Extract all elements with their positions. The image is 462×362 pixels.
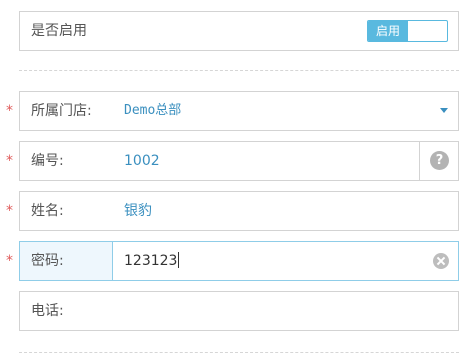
enabled-label: 是否启用 bbox=[31, 23, 87, 39]
section-divider bbox=[19, 70, 459, 71]
code-label: 编号: bbox=[31, 153, 64, 169]
help-addon[interactable]: ? bbox=[419, 142, 458, 180]
store-value: Demo总部 bbox=[124, 103, 182, 118]
question-icon[interactable]: ? bbox=[430, 151, 449, 170]
code-value: 1002 bbox=[124, 153, 160, 169]
clear-icon[interactable] bbox=[433, 253, 449, 269]
name-field: 姓名: 银豹 bbox=[19, 191, 459, 231]
password-label-box: 密码: bbox=[20, 242, 113, 280]
phone-field: 电话: bbox=[19, 291, 459, 331]
password-field: 密码: 123123 bbox=[19, 241, 459, 281]
required-mark: * bbox=[6, 253, 13, 269]
password-label: 密码: bbox=[31, 253, 64, 269]
code-input[interactable] bbox=[112, 142, 458, 180]
enabled-toggle[interactable]: 启用 bbox=[367, 20, 448, 42]
name-input[interactable] bbox=[112, 192, 458, 230]
store-select[interactable]: 所属门店: Demo总部 bbox=[19, 91, 459, 131]
store-label: 所属门店: bbox=[31, 103, 92, 119]
code-field: 编号: 1002 ? bbox=[19, 141, 459, 181]
required-mark: * bbox=[6, 103, 13, 119]
enabled-row: 是否启用 启用 bbox=[19, 11, 459, 51]
toggle-on-label: 启用 bbox=[368, 21, 408, 41]
name-value: 银豹 bbox=[124, 203, 152, 219]
chevron-down-icon[interactable] bbox=[440, 108, 448, 113]
phone-input[interactable] bbox=[112, 292, 458, 330]
required-mark: * bbox=[6, 153, 13, 169]
password-value-wrap: 123123 bbox=[124, 242, 180, 280]
required-mark: * bbox=[6, 203, 13, 219]
phone-label: 电话: bbox=[31, 303, 64, 319]
password-value: 123123 bbox=[124, 253, 178, 269]
text-cursor bbox=[178, 252, 180, 268]
bottom-divider bbox=[19, 352, 459, 353]
name-label: 姓名: bbox=[31, 203, 64, 219]
